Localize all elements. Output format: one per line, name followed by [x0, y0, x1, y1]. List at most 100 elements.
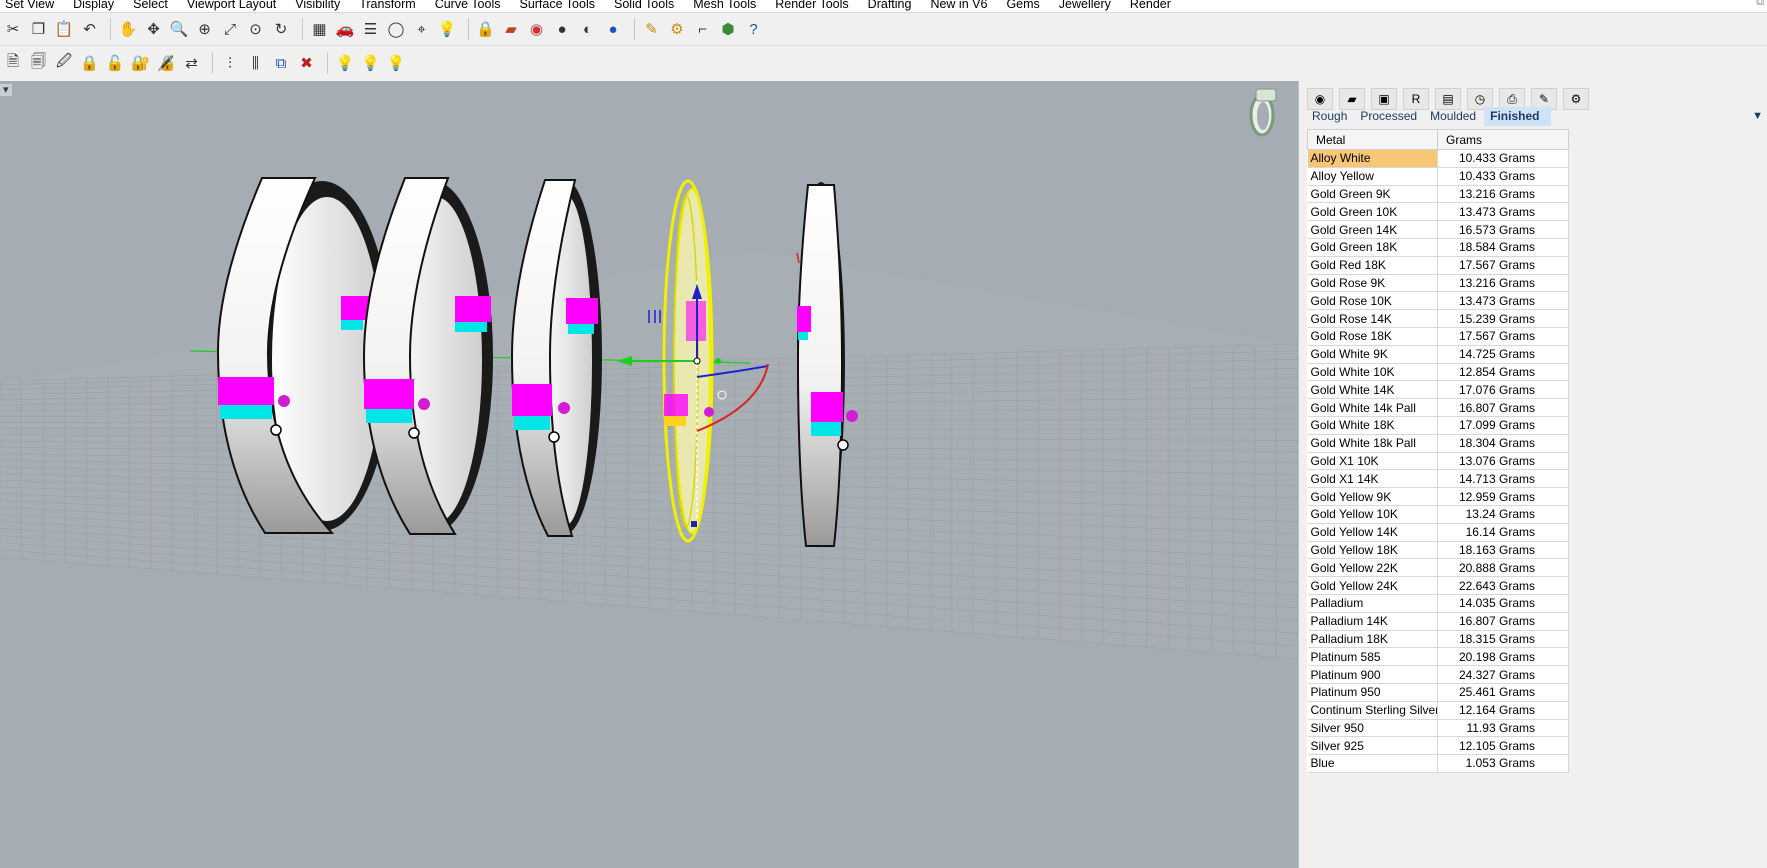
dimension-icon[interactable]: ⌐ [692, 18, 714, 40]
table-row[interactable]: Palladium 14.035 Grams [1307, 594, 1569, 613]
grams-cell[interactable]: 15.239 Grams [1437, 309, 1569, 328]
help-icon[interactable]: ? [743, 18, 765, 40]
delete-filter-icon[interactable]: ✖ [296, 52, 318, 74]
shaded-sphere-icon[interactable]: ● [551, 18, 573, 40]
grams-cell[interactable]: 12.854 Grams [1437, 363, 1569, 382]
document-properties-icon[interactable]: 🗐 [28, 52, 50, 74]
table-row[interactable]: Gold Rose 18K 17.567 Grams [1307, 327, 1569, 346]
tab-finished[interactable]: Finished [1484, 107, 1552, 126]
metal-name-cell[interactable]: Gold Green 10K [1307, 202, 1438, 222]
menu-render-tools[interactable]: Render Tools [766, 0, 858, 12]
table-row[interactable]: Gold Yellow 22K 20.888 Grams [1307, 558, 1569, 578]
metal-name-cell[interactable]: Gold Yellow 14K [1307, 523, 1438, 542]
grams-cell[interactable]: 13.473 Grams [1437, 202, 1569, 222]
perspective-viewport[interactable]: ▾ [0, 81, 1298, 868]
rotate-icon[interactable]: ✥ [143, 18, 165, 40]
copy-icon[interactable]: ❐ [28, 18, 50, 40]
grams-cell[interactable]: 13.473 Grams [1437, 291, 1569, 311]
grams-cell[interactable]: 13.216 Grams [1437, 185, 1569, 204]
metal-name-cell[interactable]: Gold Green 9K [1307, 185, 1438, 204]
document-icon[interactable]: 🗎 [2, 52, 24, 74]
tab-rough[interactable]: Rough [1307, 107, 1355, 126]
table-row[interactable]: Gold X1 14K 14.713 Grams [1307, 469, 1569, 489]
metal-name-cell[interactable]: Platinum 950 [1307, 683, 1438, 702]
zoom-icon[interactable]: 🔍 [168, 18, 190, 40]
table-row[interactable]: Gold X1 10K 13.076 Grams [1307, 452, 1569, 471]
grams-cell[interactable]: 18.584 Grams [1437, 238, 1569, 257]
metal-name-cell[interactable]: Gold Rose 9K [1307, 274, 1438, 293]
grams-cell[interactable]: 1.053 Grams [1437, 754, 1569, 773]
zoom-selected-icon[interactable]: ⊙ [245, 18, 267, 40]
metal-name-cell[interactable]: Gold Yellow 24K [1307, 576, 1438, 595]
table-row[interactable]: Gold White 14K 17.076 Grams [1307, 380, 1569, 400]
unlock-selected-icon[interactable]: 🔏 [155, 52, 177, 74]
grams-cell[interactable]: 11.93 Grams [1437, 719, 1569, 738]
menu-viewport-layout[interactable]: Viewport Layout [178, 0, 286, 12]
metal-name-cell[interactable]: Gold White 18k Pall [1307, 434, 1438, 453]
table-row[interactable]: Gold White 18K 17.099 Grams [1307, 416, 1569, 435]
window-restore-icon[interactable]: ⧉ [1756, 0, 1764, 9]
undo-icon[interactable]: ↶ [79, 18, 101, 40]
grams-cell[interactable]: 10.433 Grams [1437, 149, 1569, 168]
table-row[interactable]: Gold Yellow 14K 16.14 Grams [1307, 523, 1569, 542]
metal-name-cell[interactable]: Gold Yellow 18K [1307, 541, 1438, 560]
table-row[interactable]: Platinum 950 25.461 Grams [1307, 683, 1569, 702]
table-row[interactable]: Gold Green 18K 18.584 Grams [1307, 238, 1569, 257]
table-row[interactable]: Gold Yellow 24K 22.643 Grams [1307, 576, 1569, 595]
grams-cell[interactable]: 17.099 Grams [1437, 416, 1569, 435]
light-bulb-icon[interactable]: 💡 [436, 18, 458, 40]
table-row[interactable]: Blue 1.053 Grams [1307, 754, 1569, 773]
table-row[interactable]: Gold Rose 9K 13.216 Grams [1307, 274, 1569, 293]
align-icon[interactable]: ⫶ [219, 52, 241, 74]
table-row[interactable]: Gold Yellow 9K 12.959 Grams [1307, 487, 1569, 506]
zoom-extents-icon[interactable]: ⤢ [219, 18, 241, 40]
table-row[interactable]: Platinum 900 24.327 Grams [1307, 665, 1569, 684]
grams-cell[interactable]: 10.433 Grams [1437, 167, 1569, 186]
metal-name-cell[interactable]: Palladium 14K [1307, 612, 1438, 631]
grams-cell[interactable]: 12.105 Grams [1437, 736, 1569, 756]
material-icon[interactable]: ▰ [500, 18, 522, 40]
grams-cell[interactable]: 14.035 Grams [1437, 594, 1569, 613]
table-row[interactable]: Silver 950 11.93 Grams [1307, 719, 1569, 738]
ring-navigation-widget[interactable] [1249, 88, 1277, 137]
column-header-metal[interactable]: Metal [1307, 129, 1438, 150]
distribute-icon[interactable]: ⫼ [245, 52, 267, 74]
lock-selected-icon[interactable]: 🔐 [130, 52, 152, 74]
bulb-toggle-icon[interactable]: 💡 [385, 52, 407, 74]
metal-name-cell[interactable]: Gold White 10K [1307, 363, 1438, 382]
table-row[interactable]: Gold Rose 14K 15.239 Grams [1307, 309, 1569, 328]
metal-name-cell[interactable]: Platinum 900 [1307, 665, 1438, 684]
grams-cell[interactable]: 13.216 Grams [1437, 274, 1569, 293]
table-row[interactable]: Gold Green 14K 16.573 Grams [1307, 220, 1569, 239]
grams-cell[interactable]: 24.327 Grams [1437, 665, 1569, 684]
metal-name-cell[interactable]: Gold White 14k Pall [1307, 398, 1438, 417]
select-filter-icon[interactable]: ⧉ [270, 52, 292, 74]
metal-name-cell[interactable]: Gold Red 18K [1307, 256, 1438, 275]
menu-display[interactable]: Display [64, 0, 124, 12]
metal-name-cell[interactable]: Gold Green 18K [1307, 238, 1438, 257]
menu-set-view[interactable]: Set View [0, 0, 64, 12]
lock-icon[interactable]: 🔒 [475, 18, 497, 40]
metal-name-cell[interactable]: Palladium [1307, 594, 1438, 613]
pan-hand-icon[interactable]: ✋ [117, 18, 139, 40]
metal-name-cell[interactable]: Gold White 14K [1307, 380, 1438, 400]
table-row[interactable]: Platinum 585 20.198 Grams [1307, 647, 1569, 667]
grams-cell[interactable]: 14.713 Grams [1437, 469, 1569, 489]
zoom-window-icon[interactable]: ⊕ [194, 18, 216, 40]
grams-cell[interactable]: 16.807 Grams [1437, 398, 1569, 417]
metal-name-cell[interactable]: Gold Yellow 9K [1307, 487, 1438, 506]
table-row[interactable]: Gold Yellow 18K 18.163 Grams [1307, 541, 1569, 560]
rotate-view-icon[interactable]: ↻ [270, 18, 292, 40]
tab-moulded[interactable]: Moulded [1425, 107, 1484, 126]
grams-cell[interactable]: 13.24 Grams [1437, 505, 1569, 524]
metal-name-cell[interactable]: Gold Green 14K [1307, 220, 1438, 239]
grams-cell[interactable]: 16.573 Grams [1437, 220, 1569, 239]
menu-surface-tools[interactable]: Surface Tools [510, 0, 605, 12]
menu-mesh-tools[interactable]: Mesh Tools [684, 0, 766, 12]
metal-name-cell[interactable]: Alloy Yellow [1307, 167, 1438, 186]
menu-render[interactable]: Render [1121, 0, 1181, 12]
grams-cell[interactable]: 18.163 Grams [1437, 541, 1569, 560]
metal-name-cell[interactable]: Continum Sterling Silver [1307, 701, 1438, 720]
grams-cell[interactable]: 22.643 Grams [1437, 576, 1569, 595]
menu-jewellery[interactable]: Jewellery [1050, 0, 1121, 12]
